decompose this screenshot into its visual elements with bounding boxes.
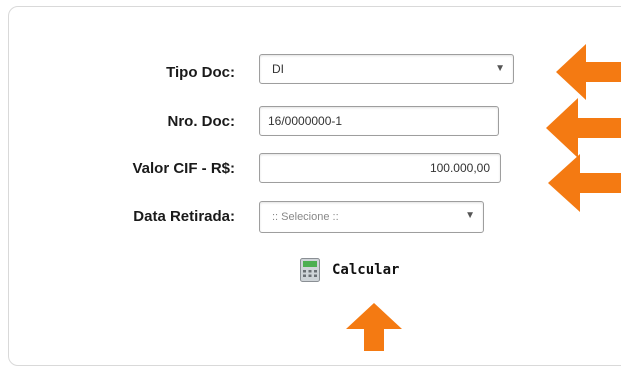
- arrow-icon: [556, 44, 621, 100]
- calculator-icon: [300, 258, 320, 282]
- chevron-down-icon: ▼: [495, 63, 505, 74]
- chevron-down-icon: ▼: [465, 210, 475, 221]
- data-retirada-value: :: Selecione ::: [272, 211, 339, 223]
- valor-cif-input[interactable]: 100.000,00: [259, 153, 501, 183]
- arrow-icon: [546, 98, 621, 158]
- data-retirada-label: Data Retirada:: [133, 208, 235, 225]
- arrow-icon: [548, 154, 621, 212]
- data-retirada-select[interactable]: :: Selecione :: ▼: [259, 201, 484, 233]
- calcular-button[interactable]: Calcular: [300, 258, 399, 282]
- calcular-label: Calcular: [332, 262, 400, 278]
- nro-doc-value: 16/0000000-1: [268, 114, 343, 128]
- nro-doc-input[interactable]: 16/0000000-1: [259, 106, 499, 136]
- valor-cif-value: 100.000,00: [429, 161, 490, 175]
- tipo-doc-value: DI: [272, 62, 284, 76]
- valor-cif-label: Valor CIF - R$:: [132, 160, 235, 177]
- tipo-doc-select[interactable]: DI ▼: [259, 54, 514, 84]
- tipo-doc-label: Tipo Doc:: [166, 64, 235, 81]
- nro-doc-label: Nro. Doc:: [167, 113, 236, 130]
- arrow-icon: [346, 303, 402, 351]
